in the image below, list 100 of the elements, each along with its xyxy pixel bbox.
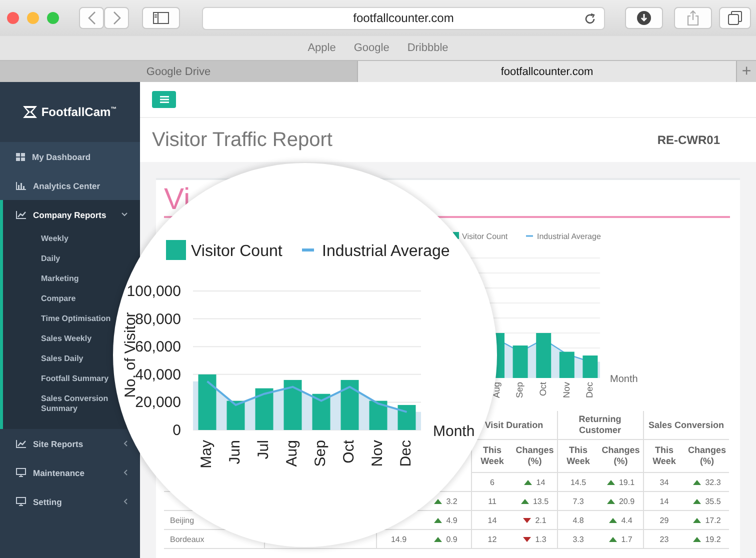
bar-chart-icon <box>16 182 26 190</box>
y-tick-label: 0 <box>172 422 181 439</box>
submenu-item[interactable]: Footfall Summary <box>3 369 111 389</box>
logo-icon <box>23 106 38 118</box>
sidebar-button[interactable] <box>142 7 180 29</box>
x-tick-label: Aug <box>284 440 301 467</box>
sidebar-item[interactable]: Setting <box>0 487 64 516</box>
y-tick-label: 60,000 <box>135 338 181 356</box>
sidebar-item-label: My Dashboard <box>32 152 91 162</box>
change-value: 1.3 <box>535 534 546 544</box>
table-cell: 4.8 <box>557 510 599 530</box>
monitor-icon <box>16 497 26 506</box>
column-header: This Week <box>557 440 599 472</box>
table-cell: 34 <box>643 472 685 492</box>
x-tick-label: Oct <box>340 440 358 464</box>
x-tick-label: May <box>198 440 216 468</box>
table-cell: 14.5 <box>557 472 599 492</box>
tabs-icon <box>728 11 742 25</box>
close-window-icon[interactable] <box>7 12 19 24</box>
sidebar-icon <box>153 12 169 24</box>
change-value: 1.7 <box>621 534 632 544</box>
change-value: 17.2 <box>705 516 721 524</box>
submenu-item[interactable]: Time Optimisation <box>3 309 113 329</box>
browser-tab[interactable]: footfallcounter.com <box>358 61 737 82</box>
sidebar-item[interactable]: Site Reports <box>0 429 86 458</box>
reload-icon[interactable] <box>584 12 596 24</box>
bookmark-link[interactable]: Dribbble <box>407 42 448 54</box>
sidebar-item[interactable]: Company Reports <box>3 200 108 229</box>
chevron-left-icon[interactable] <box>123 440 128 447</box>
sidebar-item[interactable]: Maintenance <box>0 458 86 487</box>
table-cell: 23 <box>643 530 685 548</box>
sidebar-item-label: Setting <box>33 496 62 506</box>
change-value: 13.5 <box>532 496 549 506</box>
forward-button[interactable] <box>104 7 129 29</box>
legend-line-icon <box>302 248 314 252</box>
chevron-right-icon <box>112 11 120 25</box>
change-value: 35.5 <box>705 496 721 506</box>
column-header: Changes (%) <box>513 440 557 472</box>
x-tick-label: Jul <box>255 440 272 460</box>
back-button[interactable] <box>79 7 104 29</box>
line-chart-icon <box>16 440 26 448</box>
table-cell: 14 <box>643 492 685 510</box>
change-value: 32.3 <box>705 478 721 486</box>
change-value: 3.2 <box>446 496 458 506</box>
submenu-item[interactable]: Sales Weekly <box>3 329 94 349</box>
share-button[interactable] <box>674 7 712 29</box>
x-tick-label: Nov <box>369 440 386 467</box>
change-value: 14 <box>536 478 546 486</box>
share-icon <box>687 10 699 26</box>
tabs-overview-button[interactable] <box>719 7 751 29</box>
chevron-down-icon[interactable] <box>121 212 128 217</box>
change-value: 0.9 <box>446 534 458 544</box>
sidebar-item-label: Company Reports <box>33 210 106 220</box>
address-bar[interactable]: footfallcounter.com <box>202 6 605 30</box>
chevron-left-icon <box>88 11 96 25</box>
submenu-item[interactable]: Marketing <box>3 269 81 289</box>
submenu-item[interactable]: Daily <box>3 249 62 269</box>
chevron-left-icon[interactable] <box>123 498 128 505</box>
x-tick-label: Jun <box>226 440 244 464</box>
sidebar-item-label: Site Reports <box>33 438 84 448</box>
legend-label: Industrial Average <box>322 243 450 260</box>
submenu-item[interactable]: Sales Daily <box>3 349 86 369</box>
column-header: Returning Customer <box>557 411 643 440</box>
chevron-left-icon[interactable] <box>123 469 128 476</box>
download-button[interactable] <box>625 7 663 29</box>
x-tick-label: Sep <box>312 440 330 467</box>
sidebar-item-label: Maintenance <box>33 468 84 478</box>
chart-bar <box>255 388 274 430</box>
x-tick-label: Dec <box>398 440 415 467</box>
column-header: Changes (%) <box>599 440 643 472</box>
logo-text: FootfallCam$^{™}$ <box>41 105 117 119</box>
y-tick-label: 80,000 <box>135 310 181 328</box>
change-value: 19.1 <box>618 478 635 486</box>
submenu-item[interactable]: Weekly <box>3 229 70 249</box>
bookmark-link[interactable]: Apple <box>308 42 336 54</box>
submenu-item[interactable]: Compare <box>3 289 78 309</box>
table-cell: 29 <box>643 510 685 530</box>
page-title: Visitor Traffic Report <box>152 128 332 152</box>
change-value: 4.4 <box>621 516 632 524</box>
grid-icon <box>16 152 25 160</box>
change-value: 19.2 <box>705 534 721 544</box>
download-icon <box>637 11 651 25</box>
table-cell: 7.3 <box>557 492 599 510</box>
menu-icon <box>160 96 168 103</box>
change-value: 4.9 <box>446 516 458 524</box>
y-tick-label: 20,000 <box>135 394 181 412</box>
change-value: 20.9 <box>618 496 635 506</box>
monitor-icon <box>16 468 26 477</box>
line-chart-icon <box>16 210 26 218</box>
column-header: Sales Conversion <box>643 411 729 440</box>
submenu-item[interactable]: Sales Conversion Summary <box>3 389 115 419</box>
sidebar-item-label: Analytics Center <box>33 180 100 190</box>
bookmark-link[interactable]: Google <box>354 42 390 54</box>
menu-button[interactable] <box>152 91 176 108</box>
chart-bar <box>340 380 359 430</box>
chart-bar <box>198 374 216 430</box>
change-value: 2.1 <box>535 516 546 524</box>
legend-label: Visitor Count <box>191 243 282 260</box>
column-header: This Week <box>643 440 685 472</box>
chart-bar <box>284 380 302 430</box>
